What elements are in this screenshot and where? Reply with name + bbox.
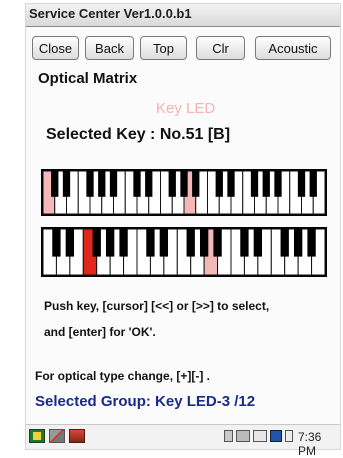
black-key[interactable] xyxy=(86,171,94,197)
top-button[interactable]: Top xyxy=(140,36,187,60)
black-key[interactable] xyxy=(51,171,59,197)
window-title: Service Center Ver1.0.0.b1 xyxy=(29,6,192,21)
black-key[interactable] xyxy=(280,229,289,257)
black-key[interactable] xyxy=(105,229,115,257)
black-key[interactable] xyxy=(199,229,209,257)
black-key[interactable] xyxy=(109,171,118,197)
keyboard-icon[interactable] xyxy=(253,430,267,442)
black-key[interactable] xyxy=(227,171,235,197)
selected-key-label: Selected Key : No.51 [B] xyxy=(46,126,231,143)
black-key[interactable] xyxy=(119,229,128,257)
black-key[interactable] xyxy=(146,229,155,257)
lock-icon[interactable] xyxy=(224,430,233,442)
battery-icon[interactable] xyxy=(285,430,293,442)
instruction-line-2: and [enter] for 'OK'. xyxy=(44,325,156,339)
keyboard-upper-keys[interactable] xyxy=(41,169,327,216)
back-button[interactable]: Back xyxy=(85,36,134,60)
start-icon[interactable] xyxy=(29,429,45,443)
instruction-line-1: Push key, [cursor] [<<] or [>>] to selec… xyxy=(44,299,270,313)
input-method-icon[interactable] xyxy=(270,430,282,442)
keyboard-upper-row[interactable] xyxy=(41,169,327,216)
black-key[interactable] xyxy=(250,171,259,197)
keyboard-lower-row[interactable] xyxy=(41,227,327,277)
title-bar: Service Center Ver1.0.0.b1 xyxy=(26,4,340,27)
black-key[interactable] xyxy=(145,171,153,197)
acoustic-button[interactable]: Acoustic xyxy=(255,36,331,60)
black-key[interactable] xyxy=(159,229,169,257)
black-key[interactable] xyxy=(309,171,317,197)
black-key[interactable] xyxy=(65,229,75,257)
service-center-window: Service Center Ver1.0.0.b1 Close Back To… xyxy=(25,3,341,458)
keyboard-lower-keys[interactable] xyxy=(41,227,327,277)
black-key[interactable] xyxy=(307,229,316,257)
black-key[interactable] xyxy=(253,229,263,257)
black-key[interactable] xyxy=(52,229,61,257)
selected-group-label: Selected Group: Key LED-3 /12 xyxy=(35,393,256,410)
black-key[interactable] xyxy=(274,171,282,197)
taskbar: 7:36 PM xyxy=(26,424,340,458)
black-key[interactable] xyxy=(180,171,188,197)
mode-label: Key LED xyxy=(156,100,216,117)
clock[interactable]: 7:36 PM xyxy=(298,430,340,458)
black-key[interactable] xyxy=(293,229,303,257)
black-key[interactable] xyxy=(186,229,195,257)
close-button[interactable]: Close xyxy=(32,36,79,60)
black-key[interactable] xyxy=(215,171,223,197)
optical-type-hint: For optical type change, [+][-] . xyxy=(35,369,211,383)
black-key[interactable] xyxy=(297,171,306,197)
black-key[interactable] xyxy=(192,171,200,197)
black-key[interactable] xyxy=(262,171,270,197)
black-key[interactable] xyxy=(62,171,71,197)
black-key[interactable] xyxy=(168,171,176,197)
black-key[interactable] xyxy=(240,229,249,257)
black-key[interactable] xyxy=(98,171,106,197)
black-key[interactable] xyxy=(92,229,101,257)
clear-button[interactable]: Clr xyxy=(196,36,245,60)
toolbar: Close Back Top Clr Acoustic xyxy=(32,36,336,62)
volume-icon[interactable] xyxy=(236,430,250,442)
brush-icon[interactable] xyxy=(49,429,65,443)
black-key[interactable] xyxy=(133,171,141,197)
toolbox-icon[interactable] xyxy=(69,429,85,443)
black-key[interactable] xyxy=(213,229,222,257)
page-heading: Optical Matrix xyxy=(38,70,138,87)
